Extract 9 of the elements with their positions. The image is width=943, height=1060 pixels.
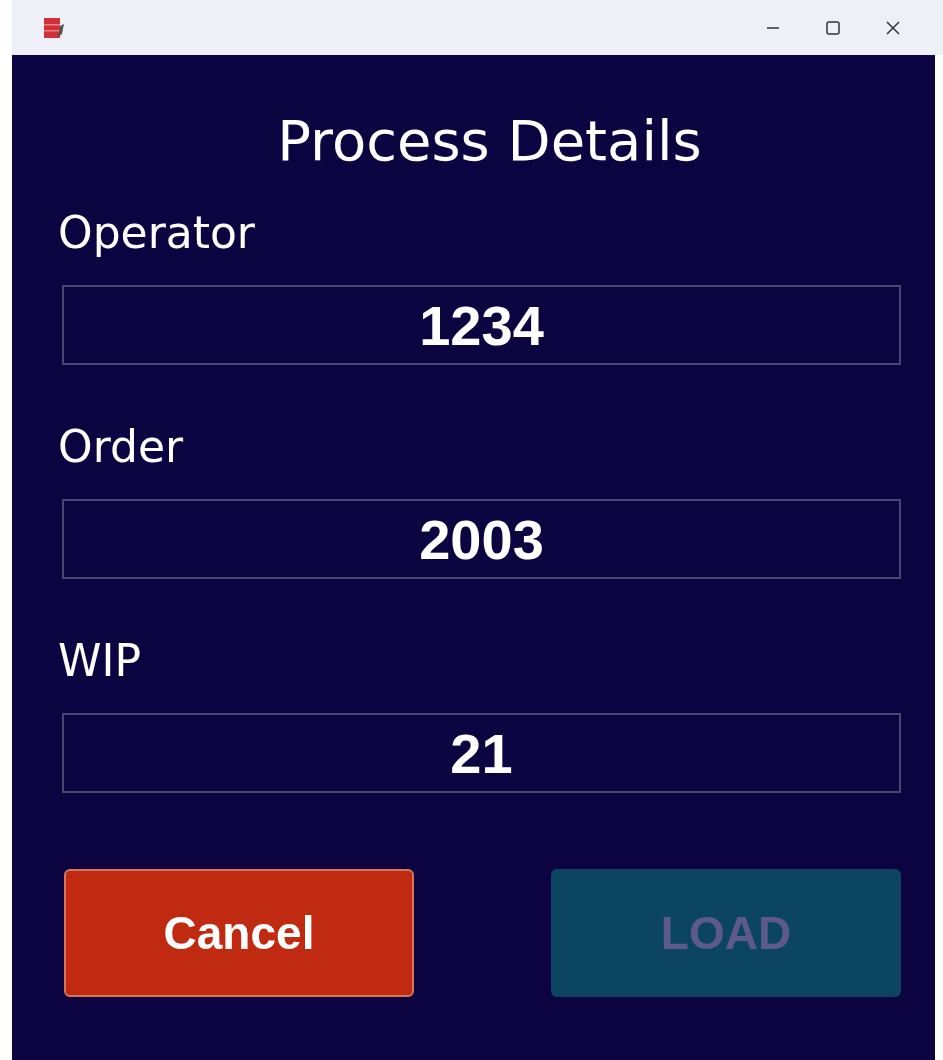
input-field[interactable]: 2003 (62, 499, 901, 579)
field-label: Order (58, 420, 184, 474)
field-label: Operator (58, 206, 255, 260)
dialog-title: Process Details (277, 107, 702, 175)
field-label: WIP (58, 634, 141, 688)
cancel-button[interactable]: Cancel (64, 869, 414, 997)
input-field[interactable]: 21 (62, 713, 901, 793)
app-icon (42, 15, 66, 40)
input-field[interactable]: 1234 (62, 285, 901, 365)
